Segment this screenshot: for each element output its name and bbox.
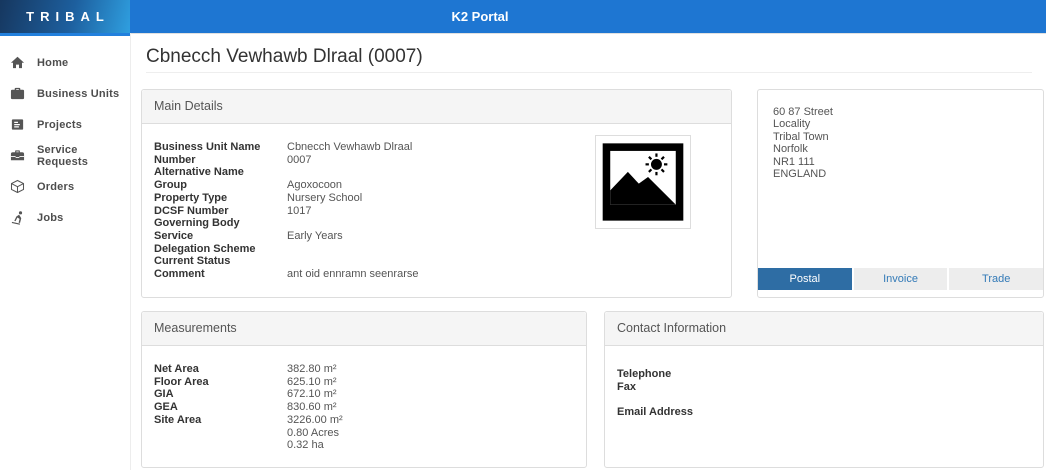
field-label: Net Area bbox=[154, 363, 287, 376]
field-label: Fax bbox=[617, 381, 750, 394]
sidebar-item-service-requests[interactable]: Service Requests bbox=[0, 140, 130, 171]
address-line: ENGLAND bbox=[773, 168, 1028, 180]
field-row: ServiceEarly Years bbox=[154, 230, 719, 243]
field-label: Property Type bbox=[154, 192, 287, 205]
sidebar-item-business-units[interactable]: Business Units bbox=[0, 78, 130, 109]
field-label: Number bbox=[154, 154, 287, 167]
app-title: K2 Portal bbox=[130, 0, 830, 33]
panel-heading: Main Details bbox=[142, 90, 731, 124]
field-value: 672.10 m² bbox=[287, 388, 337, 401]
field-value: 3226.00 m² bbox=[287, 414, 343, 427]
address-line: 60 87 Street bbox=[773, 106, 1028, 118]
address-line: NR1 111 bbox=[773, 156, 1028, 168]
package-icon bbox=[10, 179, 25, 194]
sidebar-item-label: Projects bbox=[37, 119, 82, 131]
field-value: 0.32 ha bbox=[287, 439, 324, 452]
field-row: Net Area382.80 m² bbox=[154, 363, 574, 376]
field-label: Service bbox=[154, 230, 287, 243]
field-label: Governing Body bbox=[154, 217, 287, 230]
field-label: Telephone bbox=[617, 368, 750, 381]
tribal-logo[interactable]: TRIBAL bbox=[0, 0, 130, 33]
sidebar-item-label: Jobs bbox=[37, 212, 63, 224]
sidebar: Home Business Units Projects Service Req… bbox=[0, 33, 131, 470]
panel-body: Net Area382.80 m² Floor Area625.10 m² GI… bbox=[142, 346, 586, 452]
sidebar-item-jobs[interactable]: Jobs bbox=[0, 202, 130, 233]
field-row: Fax bbox=[617, 381, 1031, 394]
contact-information-panel: Contact Information Telephone Fax Email … bbox=[604, 311, 1044, 468]
field-row: 0.32 ha bbox=[154, 439, 574, 452]
address-line: Tribal Town bbox=[773, 131, 1028, 143]
tab-invoice[interactable]: Invoice bbox=[854, 268, 948, 290]
row-spacer bbox=[617, 393, 1031, 406]
app-window: TRIBAL K2 Portal Home Business Units Pro… bbox=[0, 0, 1046, 470]
field-value: 625.10 m² bbox=[287, 376, 337, 389]
field-row: Delegation Scheme bbox=[154, 243, 719, 256]
address-line: Norfolk bbox=[773, 143, 1028, 155]
field-value: Early Years bbox=[287, 230, 343, 243]
address-line: Locality bbox=[773, 118, 1028, 130]
field-value: Cbnecch Vewhawb Dlraal bbox=[287, 141, 412, 154]
field-value: Agoxocoon bbox=[287, 179, 342, 192]
field-label: Comment bbox=[154, 268, 287, 281]
field-label bbox=[154, 427, 287, 440]
field-row: GEA830.60 m² bbox=[154, 401, 574, 414]
measurements-panel: Measurements Net Area382.80 m² Floor Are… bbox=[141, 311, 587, 468]
home-icon bbox=[10, 55, 25, 70]
sidebar-item-label: Home bbox=[37, 57, 68, 69]
field-label: Alternative Name bbox=[154, 166, 287, 179]
sidebar-item-label: Business Units bbox=[37, 88, 119, 100]
field-row: Site Area3226.00 m² bbox=[154, 414, 574, 427]
address-card: 60 87 Street Locality Tribal Town Norfol… bbox=[757, 89, 1044, 298]
field-label: Business Unit Name bbox=[154, 141, 287, 154]
field-label: Floor Area bbox=[154, 376, 287, 389]
worker-icon bbox=[10, 210, 25, 225]
picture-placeholder-icon bbox=[601, 141, 685, 223]
title-divider bbox=[146, 72, 1032, 73]
sidebar-item-label: Service Requests bbox=[37, 144, 130, 168]
field-value: ant oid ennramn seenrarse bbox=[287, 268, 418, 281]
field-label: Delegation Scheme bbox=[154, 243, 287, 256]
postal-address: 60 87 Street Locality Tribal Town Norfol… bbox=[758, 90, 1043, 180]
briefcase-icon bbox=[10, 86, 25, 101]
field-label: Site Area bbox=[154, 414, 287, 427]
field-label: DCSF Number bbox=[154, 205, 287, 218]
field-value: 382.80 m² bbox=[287, 363, 337, 376]
main-details-panel: Main Details Business Unit NameCbnecch V… bbox=[141, 89, 732, 298]
tab-postal[interactable]: Postal bbox=[758, 268, 852, 290]
field-label: GIA bbox=[154, 388, 287, 401]
sidebar-item-label: Orders bbox=[37, 181, 74, 193]
app-header: K2 Portal bbox=[130, 0, 1046, 33]
field-row: Email Address bbox=[617, 406, 1031, 419]
field-value: 830.60 m² bbox=[287, 401, 337, 414]
toolbox-icon bbox=[10, 148, 25, 163]
field-value: Nursery School bbox=[287, 192, 362, 205]
field-label bbox=[154, 439, 287, 452]
field-label: Current Status bbox=[154, 255, 287, 268]
field-value: 1017 bbox=[287, 205, 311, 218]
field-row: GIA672.10 m² bbox=[154, 388, 574, 401]
field-value: 0007 bbox=[287, 154, 311, 167]
field-row: 0.80 Acres bbox=[154, 427, 574, 440]
page-title: Cbnecch Vewhawb Dlraal (0007) bbox=[146, 46, 423, 68]
tab-trade[interactable]: Trade bbox=[949, 268, 1043, 290]
main-content: Cbnecch Vewhawb Dlraal (0007) Main Detai… bbox=[131, 33, 1046, 470]
field-value: 0.80 Acres bbox=[287, 427, 339, 440]
business-unit-photo-placeholder bbox=[595, 135, 691, 229]
panel-heading: Measurements bbox=[142, 312, 586, 346]
projects-icon bbox=[10, 117, 25, 132]
address-tabs: Postal Invoice Trade bbox=[758, 268, 1043, 290]
field-row: Commentant oid ennramn seenrarse bbox=[154, 268, 719, 281]
field-label: GEA bbox=[154, 401, 287, 414]
panel-body: Telephone Fax Email Address bbox=[605, 346, 1043, 419]
field-row: Floor Area625.10 m² bbox=[154, 376, 574, 389]
field-label: Email Address bbox=[617, 406, 750, 419]
field-label: Group bbox=[154, 179, 287, 192]
tribal-logo-text: TRIBAL bbox=[20, 9, 110, 24]
sidebar-item-projects[interactable]: Projects bbox=[0, 109, 130, 140]
panel-heading: Contact Information bbox=[605, 312, 1043, 346]
sidebar-item-home[interactable]: Home bbox=[0, 47, 130, 78]
field-row: Telephone bbox=[617, 368, 1031, 381]
field-row: Current Status bbox=[154, 255, 719, 268]
sidebar-item-orders[interactable]: Orders bbox=[0, 171, 130, 202]
